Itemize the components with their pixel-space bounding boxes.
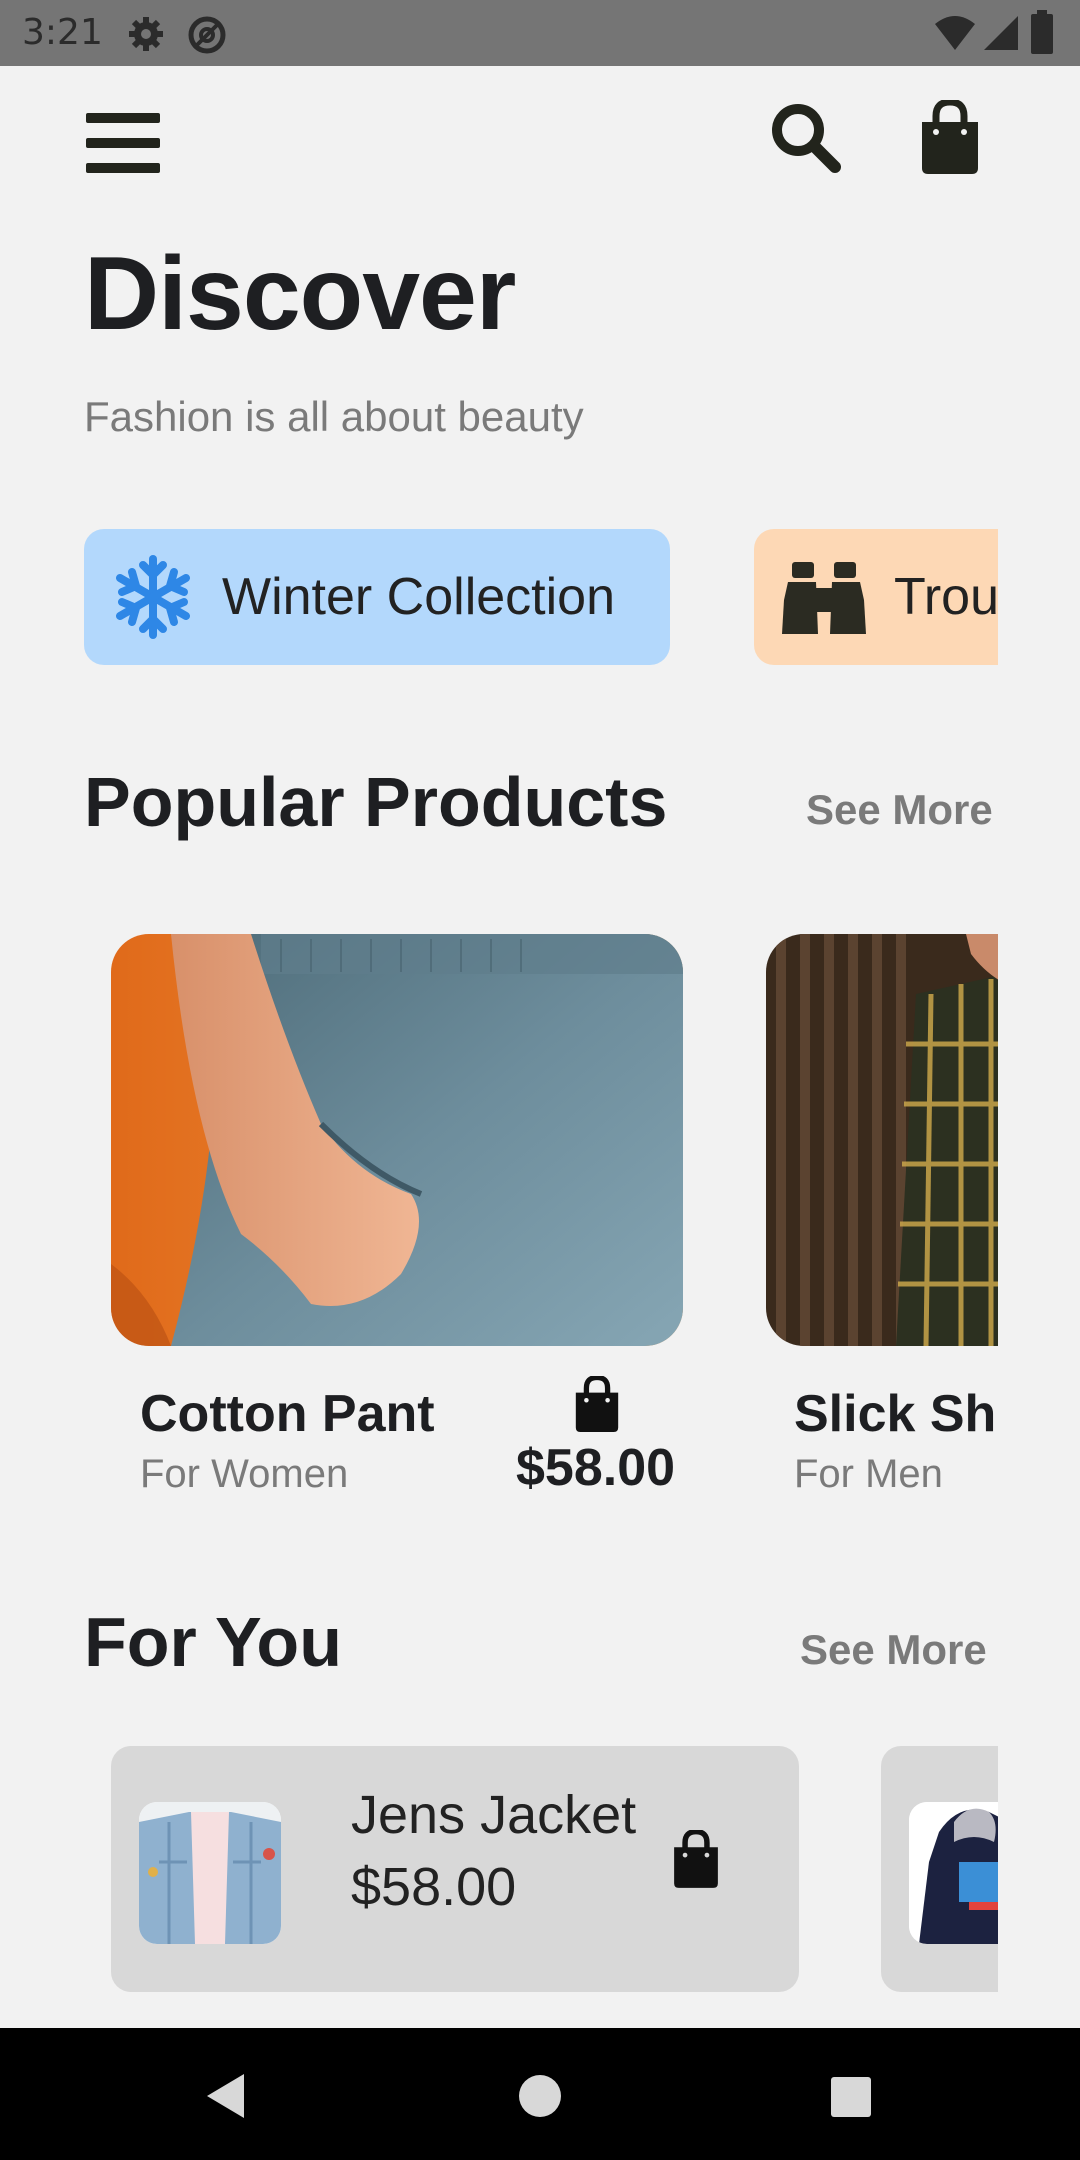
for-you-card[interactable]: Jens Jacket $58.00 (111, 1746, 799, 1992)
battery-icon (1031, 10, 1053, 54)
product-image[interactable] (766, 934, 998, 1346)
product-thumbnail (909, 1802, 998, 1944)
product-card[interactable]: Slick Shirt For Men (766, 920, 998, 1520)
product-card[interactable]: Cotton Pant For Women $58.00 (84, 920, 724, 1520)
for-you-item-price: $58.00 (351, 1857, 517, 1917)
popular-products-list[interactable]: Cotton Pant For Women $58.00 Slick Sh Fo… (84, 920, 998, 1520)
for-you-list[interactable]: Jens Jacket $58.00 (84, 1742, 998, 1992)
popular-products-title: Popular Products (84, 763, 668, 841)
system-nav-bar (0, 2028, 1080, 2160)
page-subtitle: Fashion is all about beauty (84, 393, 584, 440)
settings-icon (129, 17, 163, 51)
product-thumbnail (139, 1802, 281, 1944)
shopping-bag-icon[interactable] (918, 100, 982, 174)
add-to-cart-icon[interactable] (572, 1376, 622, 1432)
snowflake-icon (116, 555, 190, 639)
menu-icon[interactable] (86, 110, 162, 176)
add-to-cart-icon[interactable] (671, 1830, 721, 1888)
category-chip-label: Winter Collection (222, 568, 616, 626)
popular-see-more-link[interactable]: See More (806, 786, 993, 834)
home-icon[interactable] (518, 2074, 562, 2118)
product-category: For Women (140, 1452, 349, 1496)
product-category: For Men (794, 1452, 943, 1496)
category-chip-label: Trousers (894, 568, 998, 626)
status-time: 3:21 (22, 12, 103, 53)
binoculars-icon (782, 562, 866, 634)
product-name: Slick Shirt (794, 1385, 998, 1443)
category-row[interactable]: Winter Collection Trousers (84, 529, 998, 665)
signal-icon (984, 16, 1018, 50)
product-image[interactable] (111, 934, 683, 1346)
wifi-icon (935, 16, 975, 50)
search-icon[interactable] (770, 102, 842, 174)
for-you-item-name: Jens Jacket (351, 1785, 637, 1845)
for-you-title: For You (84, 1603, 342, 1681)
category-chip-trousers[interactable]: Trousers (754, 529, 998, 665)
for-you-card[interactable] (881, 1746, 998, 1992)
back-icon[interactable] (204, 2072, 248, 2120)
page-title: Discover (84, 236, 516, 352)
category-chip-winter[interactable]: Winter Collection (84, 529, 670, 665)
for-you-see-more-link[interactable]: See More (800, 1626, 987, 1674)
product-price: $58.00 (516, 1439, 676, 1497)
status-bar: 3:21 (0, 0, 1080, 66)
recents-icon[interactable] (830, 2076, 872, 2118)
product-name: Cotton Pant (140, 1385, 435, 1443)
sync-off-icon (188, 16, 226, 54)
